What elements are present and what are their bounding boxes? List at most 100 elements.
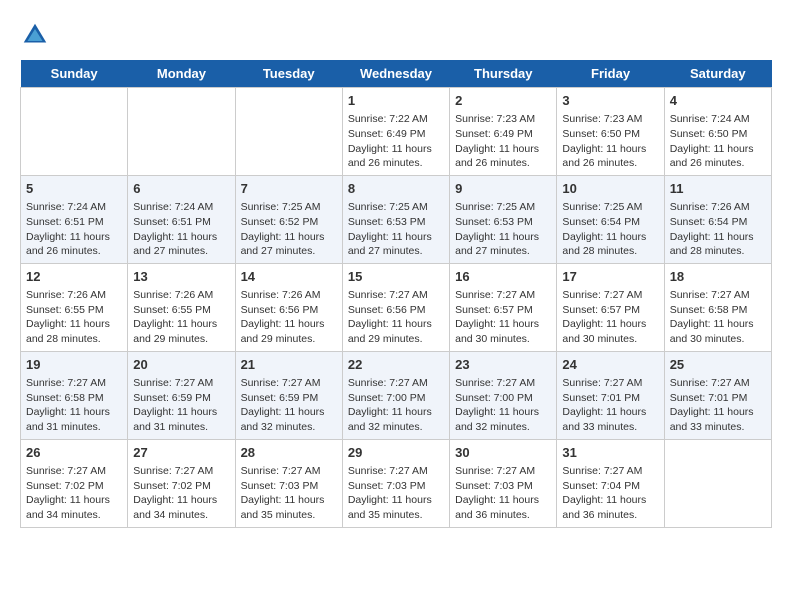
day-number: 13 [133, 268, 229, 286]
logo [20, 20, 54, 50]
calendar-cell: 15 Sunrise: 7:27 AMSunset: 6:56 PMDayligh… [342, 263, 449, 351]
calendar-cell [664, 439, 771, 527]
day-number: 21 [241, 356, 337, 374]
day-number: 7 [241, 180, 337, 198]
week-row-4: 19 Sunrise: 7:27 AMSunset: 6:58 PMDayligh… [21, 351, 772, 439]
day-number: 16 [455, 268, 551, 286]
day-info: Sunrise: 7:26 AMSunset: 6:55 PMDaylight:… [133, 288, 229, 347]
day-number: 19 [26, 356, 122, 374]
day-info: Sunrise: 7:26 AMSunset: 6:54 PMDaylight:… [670, 200, 766, 259]
day-info: Sunrise: 7:27 AMSunset: 7:00 PMDaylight:… [455, 376, 551, 435]
day-info: Sunrise: 7:25 AMSunset: 6:53 PMDaylight:… [348, 200, 444, 259]
calendar-cell: 19 Sunrise: 7:27 AMSunset: 6:58 PMDayligh… [21, 351, 128, 439]
calendar-cell: 24Sunrise: 7:27 AMSunset: 7:01 PMDayligh… [557, 351, 664, 439]
weekday-header-friday: Friday [557, 60, 664, 88]
day-info: Sunrise: 7:24 AMSunset: 6:51 PMDaylight:… [26, 200, 122, 259]
calendar-cell: 13 Sunrise: 7:26 AMSunset: 6:55 PMDayligh… [128, 263, 235, 351]
calendar-cell: 22 Sunrise: 7:27 AMSunset: 7:00 PMDayligh… [342, 351, 449, 439]
day-info: Sunrise: 7:27 AMSunset: 6:58 PMDaylight:… [26, 376, 122, 435]
day-number: 11 [670, 180, 766, 198]
calendar-cell [235, 88, 342, 176]
calendar-cell: 4Sunrise: 7:24 AMSunset: 6:50 PMDaylight… [664, 88, 771, 176]
day-number: 10 [562, 180, 658, 198]
calendar-cell: 30 Sunrise: 7:27 AMSunset: 7:03 PMDayligh… [450, 439, 557, 527]
calendar-cell: 12 Sunrise: 7:26 AMSunset: 6:55 PMDayligh… [21, 263, 128, 351]
day-number: 20 [133, 356, 229, 374]
day-number: 30 [455, 444, 551, 462]
weekday-header-sunday: Sunday [21, 60, 128, 88]
day-number: 26 [26, 444, 122, 462]
day-number: 5 [26, 180, 122, 198]
calendar-cell: 17 Sunrise: 7:27 AMSunset: 6:57 PMDayligh… [557, 263, 664, 351]
calendar-cell [21, 88, 128, 176]
day-info: Sunrise: 7:27 AMSunset: 6:58 PMDaylight:… [670, 288, 766, 347]
day-number: 27 [133, 444, 229, 462]
day-info: Sunrise: 7:24 AMSunset: 6:50 PMDaylight:… [670, 112, 766, 171]
day-info: Sunrise: 7:26 AMSunset: 6:56 PMDaylight:… [241, 288, 337, 347]
calendar-cell: 2 Sunrise: 7:23 AMSunset: 6:49 PMDaylight… [450, 88, 557, 176]
calendar-cell [128, 88, 235, 176]
day-number: 8 [348, 180, 444, 198]
calendar-table: SundayMondayTuesdayWednesdayThursdayFrid… [20, 60, 772, 528]
day-info: Sunrise: 7:27 AMSunset: 7:01 PMDaylight:… [562, 376, 658, 435]
day-info: Sunrise: 7:27 AMSunset: 6:59 PMDaylight:… [133, 376, 229, 435]
day-number: 29 [348, 444, 444, 462]
day-number: 15 [348, 268, 444, 286]
weekday-header-saturday: Saturday [664, 60, 771, 88]
day-info: Sunrise: 7:27 AMSunset: 6:59 PMDaylight:… [241, 376, 337, 435]
calendar-cell: 18 Sunrise: 7:27 AMSunset: 6:58 PMDayligh… [664, 263, 771, 351]
weekday-header-row: SundayMondayTuesdayWednesdayThursdayFrid… [21, 60, 772, 88]
day-number: 28 [241, 444, 337, 462]
week-row-1: 1 Sunrise: 7:22 AMSunset: 6:49 PMDaylight… [21, 88, 772, 176]
weekday-header-monday: Monday [128, 60, 235, 88]
calendar-cell: 23 Sunrise: 7:27 AMSunset: 7:00 PMDayligh… [450, 351, 557, 439]
day-info: Sunrise: 7:24 AMSunset: 6:51 PMDaylight:… [133, 200, 229, 259]
week-row-5: 26 Sunrise: 7:27 AMSunset: 7:02 PMDayligh… [21, 439, 772, 527]
day-number: 25 [670, 356, 766, 374]
weekday-header-tuesday: Tuesday [235, 60, 342, 88]
day-info: Sunrise: 7:27 AMSunset: 6:57 PMDaylight:… [562, 288, 658, 347]
calendar-cell: 9Sunrise: 7:25 AMSunset: 6:53 PMDaylight… [450, 175, 557, 263]
day-number: 31 [562, 444, 658, 462]
day-info: Sunrise: 7:27 AMSunset: 7:03 PMDaylight:… [241, 464, 337, 523]
day-info: Sunrise: 7:27 AMSunset: 6:57 PMDaylight:… [455, 288, 551, 347]
day-info: Sunrise: 7:27 AMSunset: 7:03 PMDaylight:… [455, 464, 551, 523]
day-info: Sunrise: 7:26 AMSunset: 6:55 PMDaylight:… [26, 288, 122, 347]
day-info: Sunrise: 7:25 AMSunset: 6:54 PMDaylight:… [562, 200, 658, 259]
day-info: Sunrise: 7:23 AMSunset: 6:49 PMDaylight:… [455, 112, 551, 171]
day-number: 18 [670, 268, 766, 286]
day-info: Sunrise: 7:22 AMSunset: 6:49 PMDaylight:… [348, 112, 444, 171]
calendar-cell: 20 Sunrise: 7:27 AMSunset: 6:59 PMDayligh… [128, 351, 235, 439]
day-number: 1 [348, 92, 444, 110]
calendar-cell: 25 Sunrise: 7:27 AMSunset: 7:01 PMDayligh… [664, 351, 771, 439]
calendar-cell: 8 Sunrise: 7:25 AMSunset: 6:53 PMDaylight… [342, 175, 449, 263]
day-info: Sunrise: 7:27 AMSunset: 7:02 PMDaylight:… [26, 464, 122, 523]
day-info: Sunrise: 7:27 AMSunset: 7:03 PMDaylight:… [348, 464, 444, 523]
weekday-header-wednesday: Wednesday [342, 60, 449, 88]
day-number: 12 [26, 268, 122, 286]
logo-icon [20, 20, 50, 50]
day-number: 3 [562, 92, 658, 110]
day-info: Sunrise: 7:27 AMSunset: 7:02 PMDaylight:… [133, 464, 229, 523]
day-number: 6 [133, 180, 229, 198]
day-info: Sunrise: 7:25 AMSunset: 6:53 PMDaylight:… [455, 200, 551, 259]
calendar-cell: 29 Sunrise: 7:27 AMSunset: 7:03 PMDayligh… [342, 439, 449, 527]
day-number: 23 [455, 356, 551, 374]
calendar-cell: 10 Sunrise: 7:25 AMSunset: 6:54 PMDayligh… [557, 175, 664, 263]
day-number: 2 [455, 92, 551, 110]
calendar-cell: 21 Sunrise: 7:27 AMSunset: 6:59 PMDayligh… [235, 351, 342, 439]
day-number: 17 [562, 268, 658, 286]
day-info: Sunrise: 7:27 AMSunset: 7:00 PMDaylight:… [348, 376, 444, 435]
calendar-cell: 28 Sunrise: 7:27 AMSunset: 7:03 PMDayligh… [235, 439, 342, 527]
day-info: Sunrise: 7:23 AMSunset: 6:50 PMDaylight:… [562, 112, 658, 171]
calendar-cell: 31Sunrise: 7:27 AMSunset: 7:04 PMDayligh… [557, 439, 664, 527]
day-info: Sunrise: 7:27 AMSunset: 7:01 PMDaylight:… [670, 376, 766, 435]
day-info: Sunrise: 7:27 AMSunset: 6:56 PMDaylight:… [348, 288, 444, 347]
calendar-cell: 11 Sunrise: 7:26 AMSunset: 6:54 PMDayligh… [664, 175, 771, 263]
calendar-cell: 14Sunrise: 7:26 AMSunset: 6:56 PMDayligh… [235, 263, 342, 351]
calendar-cell: 27 Sunrise: 7:27 AMSunset: 7:02 PMDayligh… [128, 439, 235, 527]
calendar-cell: 6 Sunrise: 7:24 AMSunset: 6:51 PMDaylight… [128, 175, 235, 263]
page-header [20, 20, 772, 50]
day-info: Sunrise: 7:25 AMSunset: 6:52 PMDaylight:… [241, 200, 337, 259]
day-number: 22 [348, 356, 444, 374]
